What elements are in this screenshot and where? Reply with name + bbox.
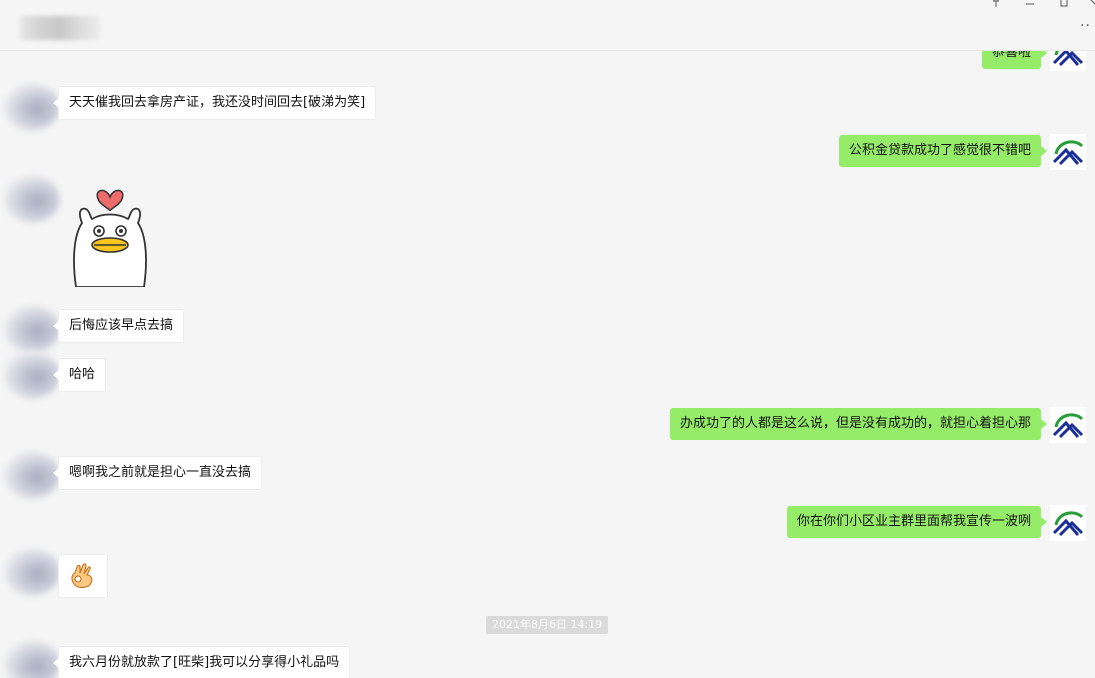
message-bubble-contact[interactable] [58,554,108,598]
ok-hand-icon [71,563,93,589]
self-avatar[interactable] [1050,407,1086,443]
contact-avatar[interactable] [4,548,60,596]
contact-avatar[interactable] [4,451,60,499]
message-bubble-contact[interactable]: 哈哈 [52,358,107,392]
message-bubble-self[interactable]: 你在你们小区业主群里面帮我宣传一波咧 [786,506,1048,538]
maximize-icon[interactable] [1056,0,1072,11]
message-bubble-self[interactable]: 公积金贷款成功了感觉很不错吧 [838,135,1048,167]
chat-header: ·· [0,0,1095,51]
duck-sticker[interactable] [66,183,154,287]
message-bubble-contact[interactable]: 后悔应该早点去搞 [52,309,185,343]
contact-name-blurred [20,16,100,40]
message-list[interactable]: 恭喜啦 天天催我回去拿房产证，我还没时间回去[破涕为笑] 公积金贷款成功了感觉很… [0,51,1095,678]
self-avatar[interactable] [1050,134,1086,170]
minimize-icon[interactable] [1022,0,1038,11]
self-avatar[interactable] [1050,505,1086,541]
contact-avatar[interactable] [4,640,60,678]
more-icon[interactable]: ·· [1080,18,1091,34]
contact-avatar[interactable] [4,83,60,131]
message-bubble-contact[interactable]: 我六月份就放款了[旺柴]我可以分享得小礼品吗 [52,646,351,678]
self-avatar[interactable] [1050,51,1086,71]
close-icon[interactable] [1087,0,1095,11]
message-bubble-contact[interactable]: 嗯啊我之前就是担心一直没去搞 [52,456,263,490]
pin-icon[interactable] [988,0,1004,11]
contact-avatar[interactable] [4,175,60,223]
message-bubble-self[interactable]: 恭喜啦 [981,51,1048,69]
message-timestamp: 2021年8月6日 14:19 [486,616,609,634]
contact-avatar[interactable] [4,305,60,353]
message-bubble-contact[interactable]: 天天催我回去拿房产证，我还没时间回去[破涕为笑] [52,86,377,120]
message-bubble-self[interactable]: 办成功了的人都是这么说，但是没有成功的，就担心着担心那 [669,408,1048,440]
contact-avatar[interactable] [4,351,60,399]
